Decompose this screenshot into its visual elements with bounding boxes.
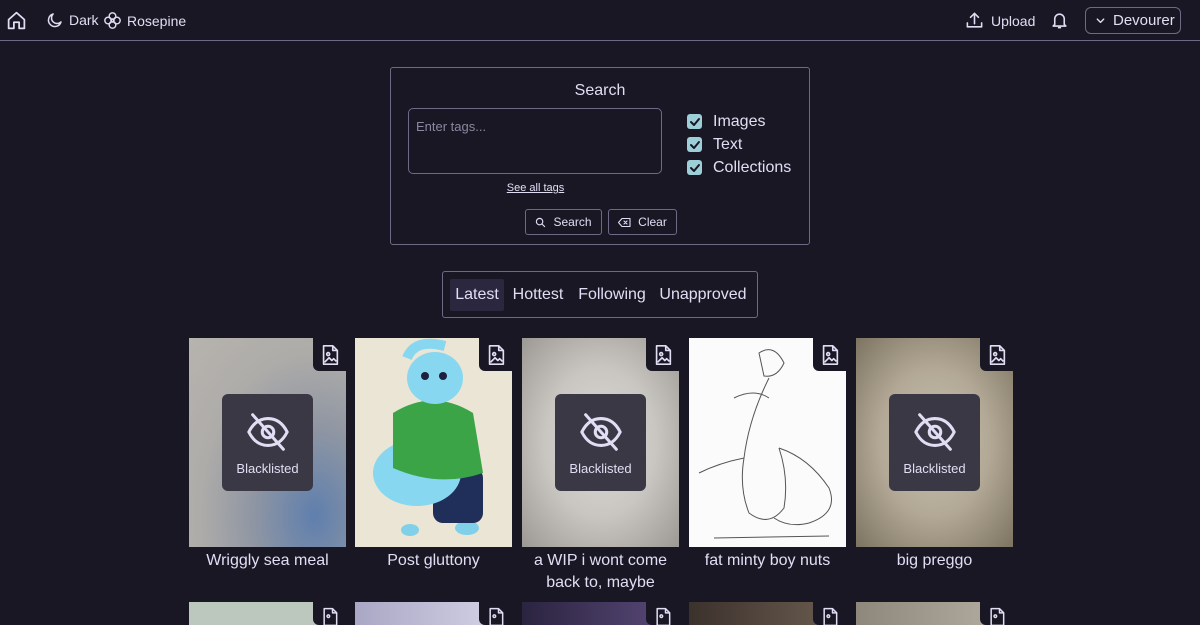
post-title[interactable]: big preggo [856, 550, 1013, 572]
check-icon [689, 163, 700, 172]
filter-collections-label: Collections [713, 158, 792, 176]
image-file-icon [646, 602, 679, 625]
post-thumbnail[interactable] [189, 602, 346, 625]
user-label: Devourer [1113, 12, 1175, 29]
image-file-icon [313, 602, 346, 625]
search-button-label: Search [553, 215, 592, 229]
theme-label: Dark [69, 12, 99, 28]
post-thumbnail[interactable] [355, 602, 512, 625]
post-title[interactable]: Wriggly sea meal [189, 550, 346, 572]
post-card[interactable]: Blacklisted Wriggly sea meal [189, 338, 346, 572]
post-card[interactable]: Post gluttony [355, 338, 512, 572]
blacklisted-overlay: Blacklisted [222, 394, 313, 491]
post-thumbnail-blurred[interactable]: Blacklisted [856, 338, 1013, 547]
tag-search-input[interactable] [408, 108, 662, 174]
post-thumbnail-blurred[interactable]: Blacklisted [522, 338, 679, 547]
palette-toggle[interactable]: Rosepine [103, 11, 186, 30]
tab-hottest[interactable]: Hottest [508, 279, 568, 311]
backspace-icon [618, 217, 631, 227]
top-bar: Dark Rosepine Upload Devourer [0, 0, 1200, 41]
check-icon [689, 117, 700, 126]
image-file-icon [980, 338, 1013, 371]
blacklisted-overlay: Blacklisted [555, 394, 646, 491]
filter-text-label: Text [713, 135, 743, 153]
notifications-button[interactable] [1050, 11, 1069, 30]
image-file-icon [980, 602, 1013, 625]
post-thumbnail[interactable] [856, 602, 1013, 625]
image-file-icon [813, 338, 846, 371]
search-panel: Search See all tags Images Text Collecti… [390, 67, 810, 245]
blacklisted-label: Blacklisted [236, 461, 299, 476]
filter-images[interactable]: Images [687, 110, 791, 133]
clear-button[interactable]: Clear [608, 209, 677, 235]
upload-label: Upload [991, 12, 1036, 29]
post-thumbnail[interactable] [689, 338, 846, 547]
post-title[interactable]: fat minty boy nuts [689, 550, 846, 572]
tab-latest[interactable]: Latest [450, 279, 504, 311]
home-button[interactable] [6, 10, 27, 31]
image-file-icon [813, 602, 846, 625]
eye-off-icon [579, 413, 622, 451]
tab-unapproved[interactable]: Unapproved [656, 279, 750, 311]
filter-images-label: Images [713, 112, 766, 130]
search-button[interactable]: Search [525, 209, 602, 235]
filter-text[interactable]: Text [687, 133, 791, 156]
moon-icon [47, 13, 62, 28]
checkbox-text[interactable] [687, 137, 702, 152]
image-file-icon [313, 338, 346, 371]
blacklisted-label: Blacklisted [903, 461, 966, 476]
clear-button-label: Clear [638, 215, 667, 229]
post-thumbnail[interactable] [689, 602, 846, 625]
user-menu-button[interactable]: Devourer [1085, 7, 1181, 34]
post-thumbnail[interactable] [522, 602, 679, 625]
post-card[interactable]: fat minty boy nuts [689, 338, 846, 572]
bell-icon [1052, 13, 1067, 29]
eye-off-icon [246, 413, 289, 451]
home-icon [7, 11, 26, 30]
check-icon [689, 140, 700, 149]
upload-icon [966, 12, 983, 28]
checkbox-images[interactable] [687, 114, 702, 129]
theme-toggle[interactable]: Dark [46, 11, 99, 29]
blacklisted-overlay: Blacklisted [889, 394, 980, 491]
feed-tabs: Latest Hottest Following Unapproved [442, 271, 758, 318]
see-all-tags-link[interactable]: See all tags [391, 182, 680, 194]
image-file-icon [479, 338, 512, 371]
filter-collections[interactable]: Collections [687, 156, 791, 179]
palette-label: Rosepine [127, 12, 187, 29]
eye-off-icon [913, 413, 956, 451]
upload-button[interactable]: Upload [965, 11, 1035, 30]
content-type-filters: Images Text Collections [687, 110, 791, 179]
image-file-icon [479, 602, 512, 625]
search-title: Search [574, 82, 626, 99]
post-card[interactable]: Blacklisted big preggo [856, 338, 1013, 572]
post-thumbnail-blurred[interactable]: Blacklisted [189, 338, 346, 547]
post-title[interactable]: a WIP i wont come back to, maybe [522, 550, 679, 594]
image-file-icon [646, 338, 679, 371]
post-card[interactable]: Blacklisted a WIP i wont come back to, m… [522, 338, 679, 594]
post-thumbnail[interactable] [355, 338, 512, 547]
search-icon [536, 217, 546, 227]
chevron-down-icon [1096, 18, 1105, 24]
tab-following[interactable]: Following [574, 279, 650, 311]
checkbox-collections[interactable] [687, 160, 702, 175]
flower-icon [104, 12, 121, 29]
post-title[interactable]: Post gluttony [355, 550, 512, 572]
blacklisted-label: Blacklisted [569, 461, 632, 476]
